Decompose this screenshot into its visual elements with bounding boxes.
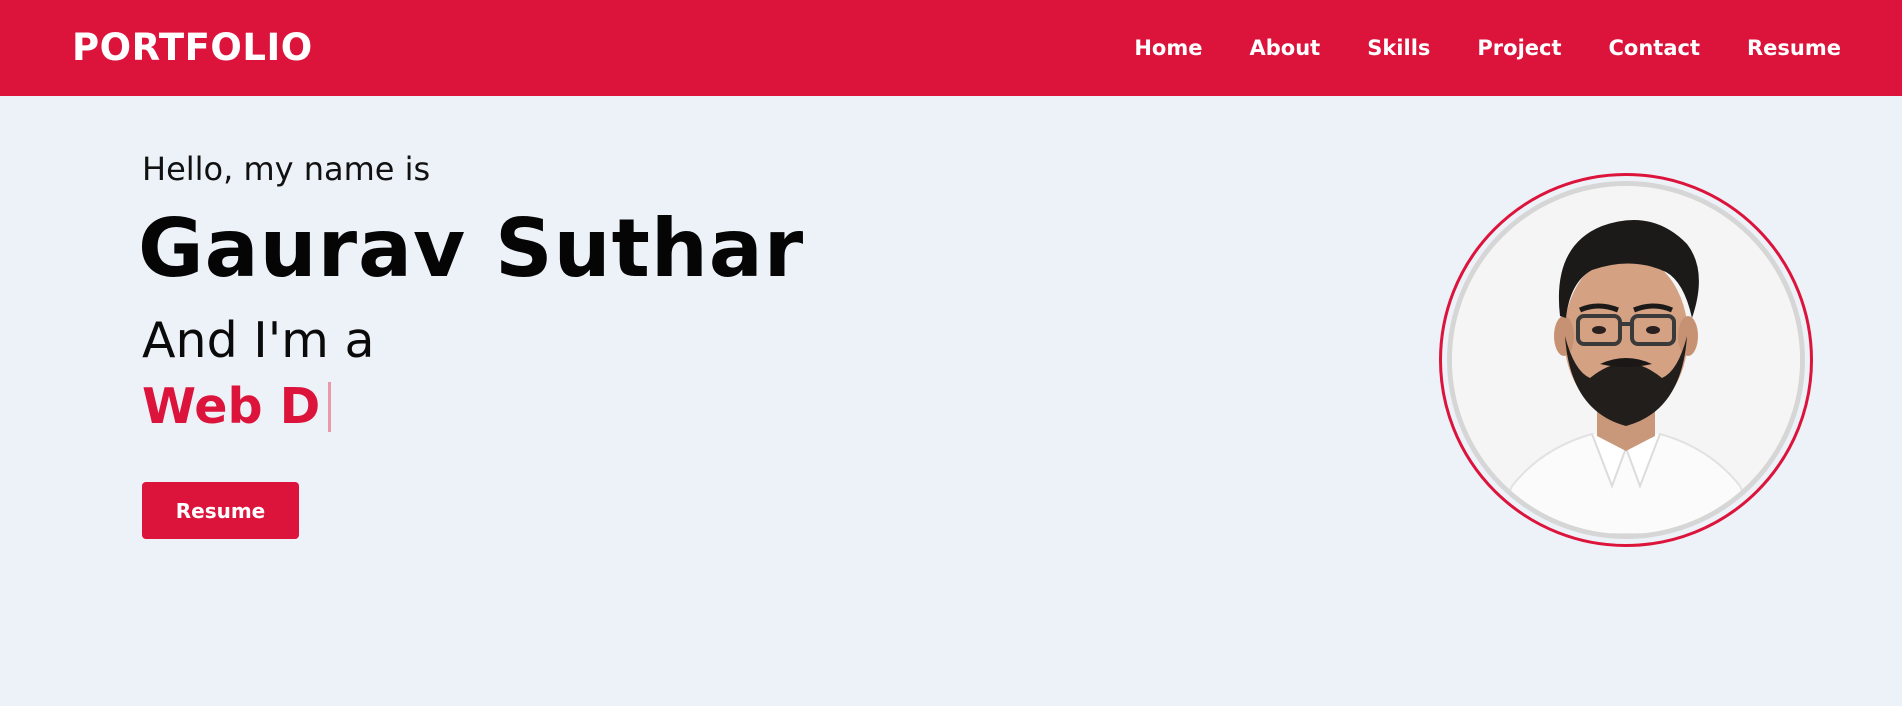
profile-photo-frame [1447, 181, 1805, 539]
nav-link-resume[interactable]: Resume [1747, 36, 1841, 60]
intro-text: And I'm a [142, 312, 375, 369]
nav-link-contact[interactable]: Contact [1609, 36, 1701, 60]
nav-link-skills[interactable]: Skills [1367, 36, 1430, 60]
nav-link-about[interactable]: About [1250, 36, 1321, 60]
nav-links: Home About Skills Project Contact Resume [1134, 0, 1841, 96]
typed-role-text: Web D [142, 378, 321, 435]
typed-role: Web D [142, 378, 332, 435]
greeting-text: Hello, my name is [142, 150, 431, 188]
profile-photo [1439, 173, 1813, 547]
typing-cursor [328, 381, 332, 432]
brand-logo[interactable]: PORTFOLIO [72, 24, 313, 72]
resume-button[interactable]: Resume [142, 482, 299, 539]
navbar: PORTFOLIO Home About Skills Project Cont… [0, 0, 1902, 96]
nav-link-home[interactable]: Home [1134, 36, 1202, 60]
nav-link-project[interactable]: Project [1477, 36, 1561, 60]
person-portrait-icon [1452, 186, 1800, 534]
person-name: Gaurav Suthar [138, 202, 805, 295]
